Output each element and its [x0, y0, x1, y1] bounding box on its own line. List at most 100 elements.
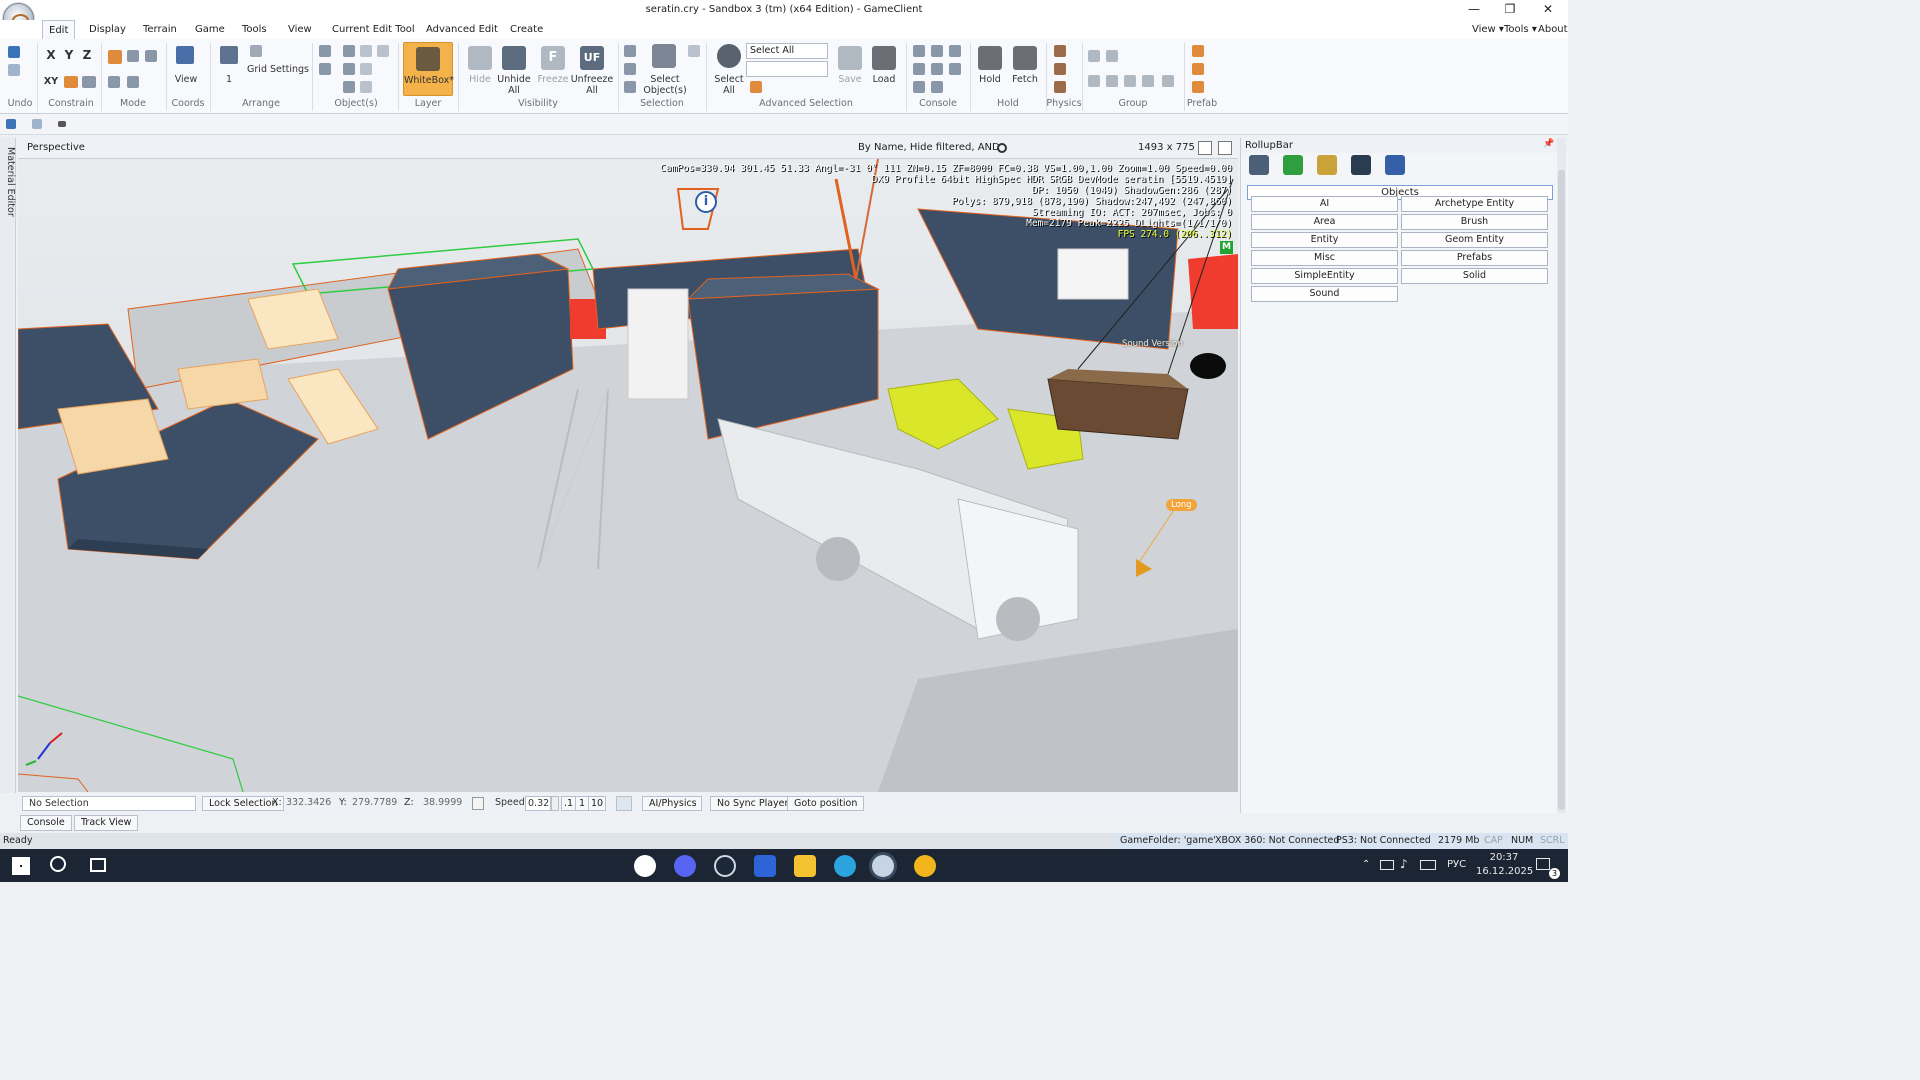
arrange-value[interactable]: 1: [222, 74, 236, 85]
group-icon-3[interactable]: [1088, 75, 1100, 87]
load-selection-button[interactable]: Load: [868, 74, 900, 85]
save-selection-button[interactable]: Save: [834, 74, 866, 85]
constrain-xy-button[interactable]: XY: [42, 76, 60, 87]
constrain-z-button[interactable]: Z: [80, 49, 94, 61]
tab-display[interactable]: Display: [83, 20, 132, 39]
selection-icon-3[interactable]: [624, 81, 636, 93]
tab-current-edit-tool[interactable]: Current Edit Tool: [326, 20, 421, 39]
entity-label-tag[interactable]: Long: [1166, 499, 1197, 511]
tab-game[interactable]: Game: [189, 20, 231, 39]
object-snap-icon[interactable]: [82, 76, 96, 88]
viewport-name[interactable]: Perspective: [27, 142, 85, 153]
taskbar-time[interactable]: 20:37: [1484, 852, 1524, 863]
discord-icon[interactable]: [674, 855, 696, 877]
viewport-maximize-icon[interactable]: [1218, 141, 1232, 155]
object-tool-icon-1[interactable]: [343, 45, 355, 57]
save-selection-icon[interactable]: [838, 46, 862, 70]
grid-settings-button[interactable]: Grid Settings: [246, 64, 310, 75]
objects-sound-button[interactable]: Sound: [1251, 286, 1398, 302]
viewport-filter[interactable]: By Name, Hide filtered, AND: [858, 142, 1000, 153]
physics-icon-3[interactable]: [1054, 81, 1066, 93]
notification-icon[interactable]: [1536, 858, 1550, 870]
object-link-icon[interactable]: [319, 45, 331, 57]
material-editor-tab[interactable]: Material Editor: [0, 142, 16, 222]
yandex-browser-icon[interactable]: [634, 855, 656, 877]
hold-button[interactable]: Hold: [974, 74, 1006, 85]
tab-edit[interactable]: Edit: [42, 20, 76, 39]
search-taskbar-icon[interactable]: [50, 856, 66, 872]
unhide-eye-icon[interactable]: [502, 46, 526, 70]
undo-icon[interactable]: [8, 46, 20, 58]
objects-brush-button[interactable]: Brush: [1401, 214, 1548, 230]
console-icon-8[interactable]: [931, 81, 943, 93]
sync-player-button[interactable]: No Sync Player: [710, 796, 796, 811]
select-tool-icon[interactable]: [108, 76, 120, 88]
xbox-app-icon[interactable]: [754, 855, 776, 877]
unfreeze-icon[interactable]: UF: [580, 46, 604, 70]
fetch-icon[interactable]: [1013, 46, 1037, 70]
keyboard-icon[interactable]: [1420, 860, 1436, 870]
hide-eye-icon[interactable]: [468, 46, 492, 70]
mode-tool-icon[interactable]: [127, 76, 139, 88]
speed-preset-point1[interactable]: .1: [561, 796, 577, 811]
select-objects-button[interactable]: Select Object(s): [640, 74, 690, 96]
qat-undo-icon[interactable]: [6, 119, 16, 129]
object-tool-icon-2[interactable]: [360, 45, 372, 57]
objects-prefabs-button[interactable]: Prefabs: [1401, 250, 1548, 266]
qat-redo-icon[interactable]: [32, 119, 42, 129]
prefab-icon-1[interactable]: [1192, 45, 1204, 57]
console-icon-6[interactable]: [949, 63, 961, 75]
select-objects-icon[interactable]: [652, 44, 676, 68]
grid-icon[interactable]: [220, 46, 238, 64]
selection-icon-4[interactable]: [688, 45, 700, 57]
language-indicator[interactable]: РУС: [1447, 859, 1466, 870]
object-unlink-icon[interactable]: [319, 63, 331, 75]
close-button[interactable]: ✕: [1530, 0, 1566, 20]
display-tab-icon[interactable]: [1351, 155, 1371, 175]
group-icon-2[interactable]: [1106, 50, 1118, 62]
modify-tab-icon[interactable]: [1317, 155, 1337, 175]
lock-coords-icon[interactable]: [472, 797, 484, 810]
physics-icon-2[interactable]: [1054, 63, 1066, 75]
console-icon-1[interactable]: [913, 45, 925, 57]
group-icon-4[interactable]: [1106, 75, 1118, 87]
freeze-icon[interactable]: F: [541, 46, 565, 70]
speed-preset-1[interactable]: 1: [575, 796, 590, 811]
group-icon-1[interactable]: [1088, 50, 1100, 62]
ai-physics-button[interactable]: AI/Physics: [642, 796, 702, 811]
tab-track-view[interactable]: Track View: [74, 815, 139, 831]
objects-tab-icon[interactable]: [1249, 155, 1269, 175]
speed-spinner-icon[interactable]: [551, 796, 559, 811]
objects-simpleentity-button[interactable]: SimpleEntity: [1251, 268, 1398, 284]
console-icon-5[interactable]: [931, 63, 943, 75]
selection-icon-1[interactable]: [624, 45, 636, 57]
volume-icon[interactable]: ♪: [1400, 857, 1408, 871]
prefab-icon-2[interactable]: [1192, 63, 1204, 75]
menu-about[interactable]: About: [1532, 20, 1574, 39]
tab-advanced-edit[interactable]: Advanced Edit: [420, 20, 504, 39]
hide-button[interactable]: Hide: [462, 74, 498, 85]
select-all-icon[interactable]: [717, 44, 741, 68]
rollup-pin-icon[interactable]: 📌: [1543, 139, 1554, 149]
select-all-dropdown[interactable]: Select All: [746, 43, 828, 59]
console-icon-7[interactable]: [913, 81, 925, 93]
goto-position-button[interactable]: Goto position: [787, 796, 865, 811]
search-icon[interactable]: [997, 143, 1007, 153]
tab-tools[interactable]: Tools: [236, 20, 273, 39]
x-coordinate-field[interactable]: 332.3426: [284, 796, 333, 811]
group-icon-5[interactable]: [1124, 75, 1136, 87]
windows-start-icon[interactable]: [12, 857, 30, 875]
z-coordinate-field[interactable]: 38.9999: [421, 796, 464, 811]
terrain-tab-icon[interactable]: [1283, 155, 1303, 175]
console-icon-3[interactable]: [949, 45, 961, 57]
group-icon-6[interactable]: [1142, 75, 1154, 87]
objects-area-button[interactable]: Area: [1251, 214, 1398, 230]
objects-archetype-entity-button[interactable]: Archetype Entity: [1401, 196, 1548, 212]
objects-geom-entity-button[interactable]: Geom Entity: [1401, 232, 1548, 248]
object-tool-icon-4[interactable]: [343, 63, 355, 75]
object-tool-icon-5[interactable]: [360, 63, 372, 75]
constrain-y-button[interactable]: Y: [62, 49, 76, 61]
terrain-snap-icon[interactable]: [64, 76, 78, 88]
photo-app-icon[interactable]: [914, 855, 936, 877]
scale-tool-icon[interactable]: [145, 50, 157, 62]
